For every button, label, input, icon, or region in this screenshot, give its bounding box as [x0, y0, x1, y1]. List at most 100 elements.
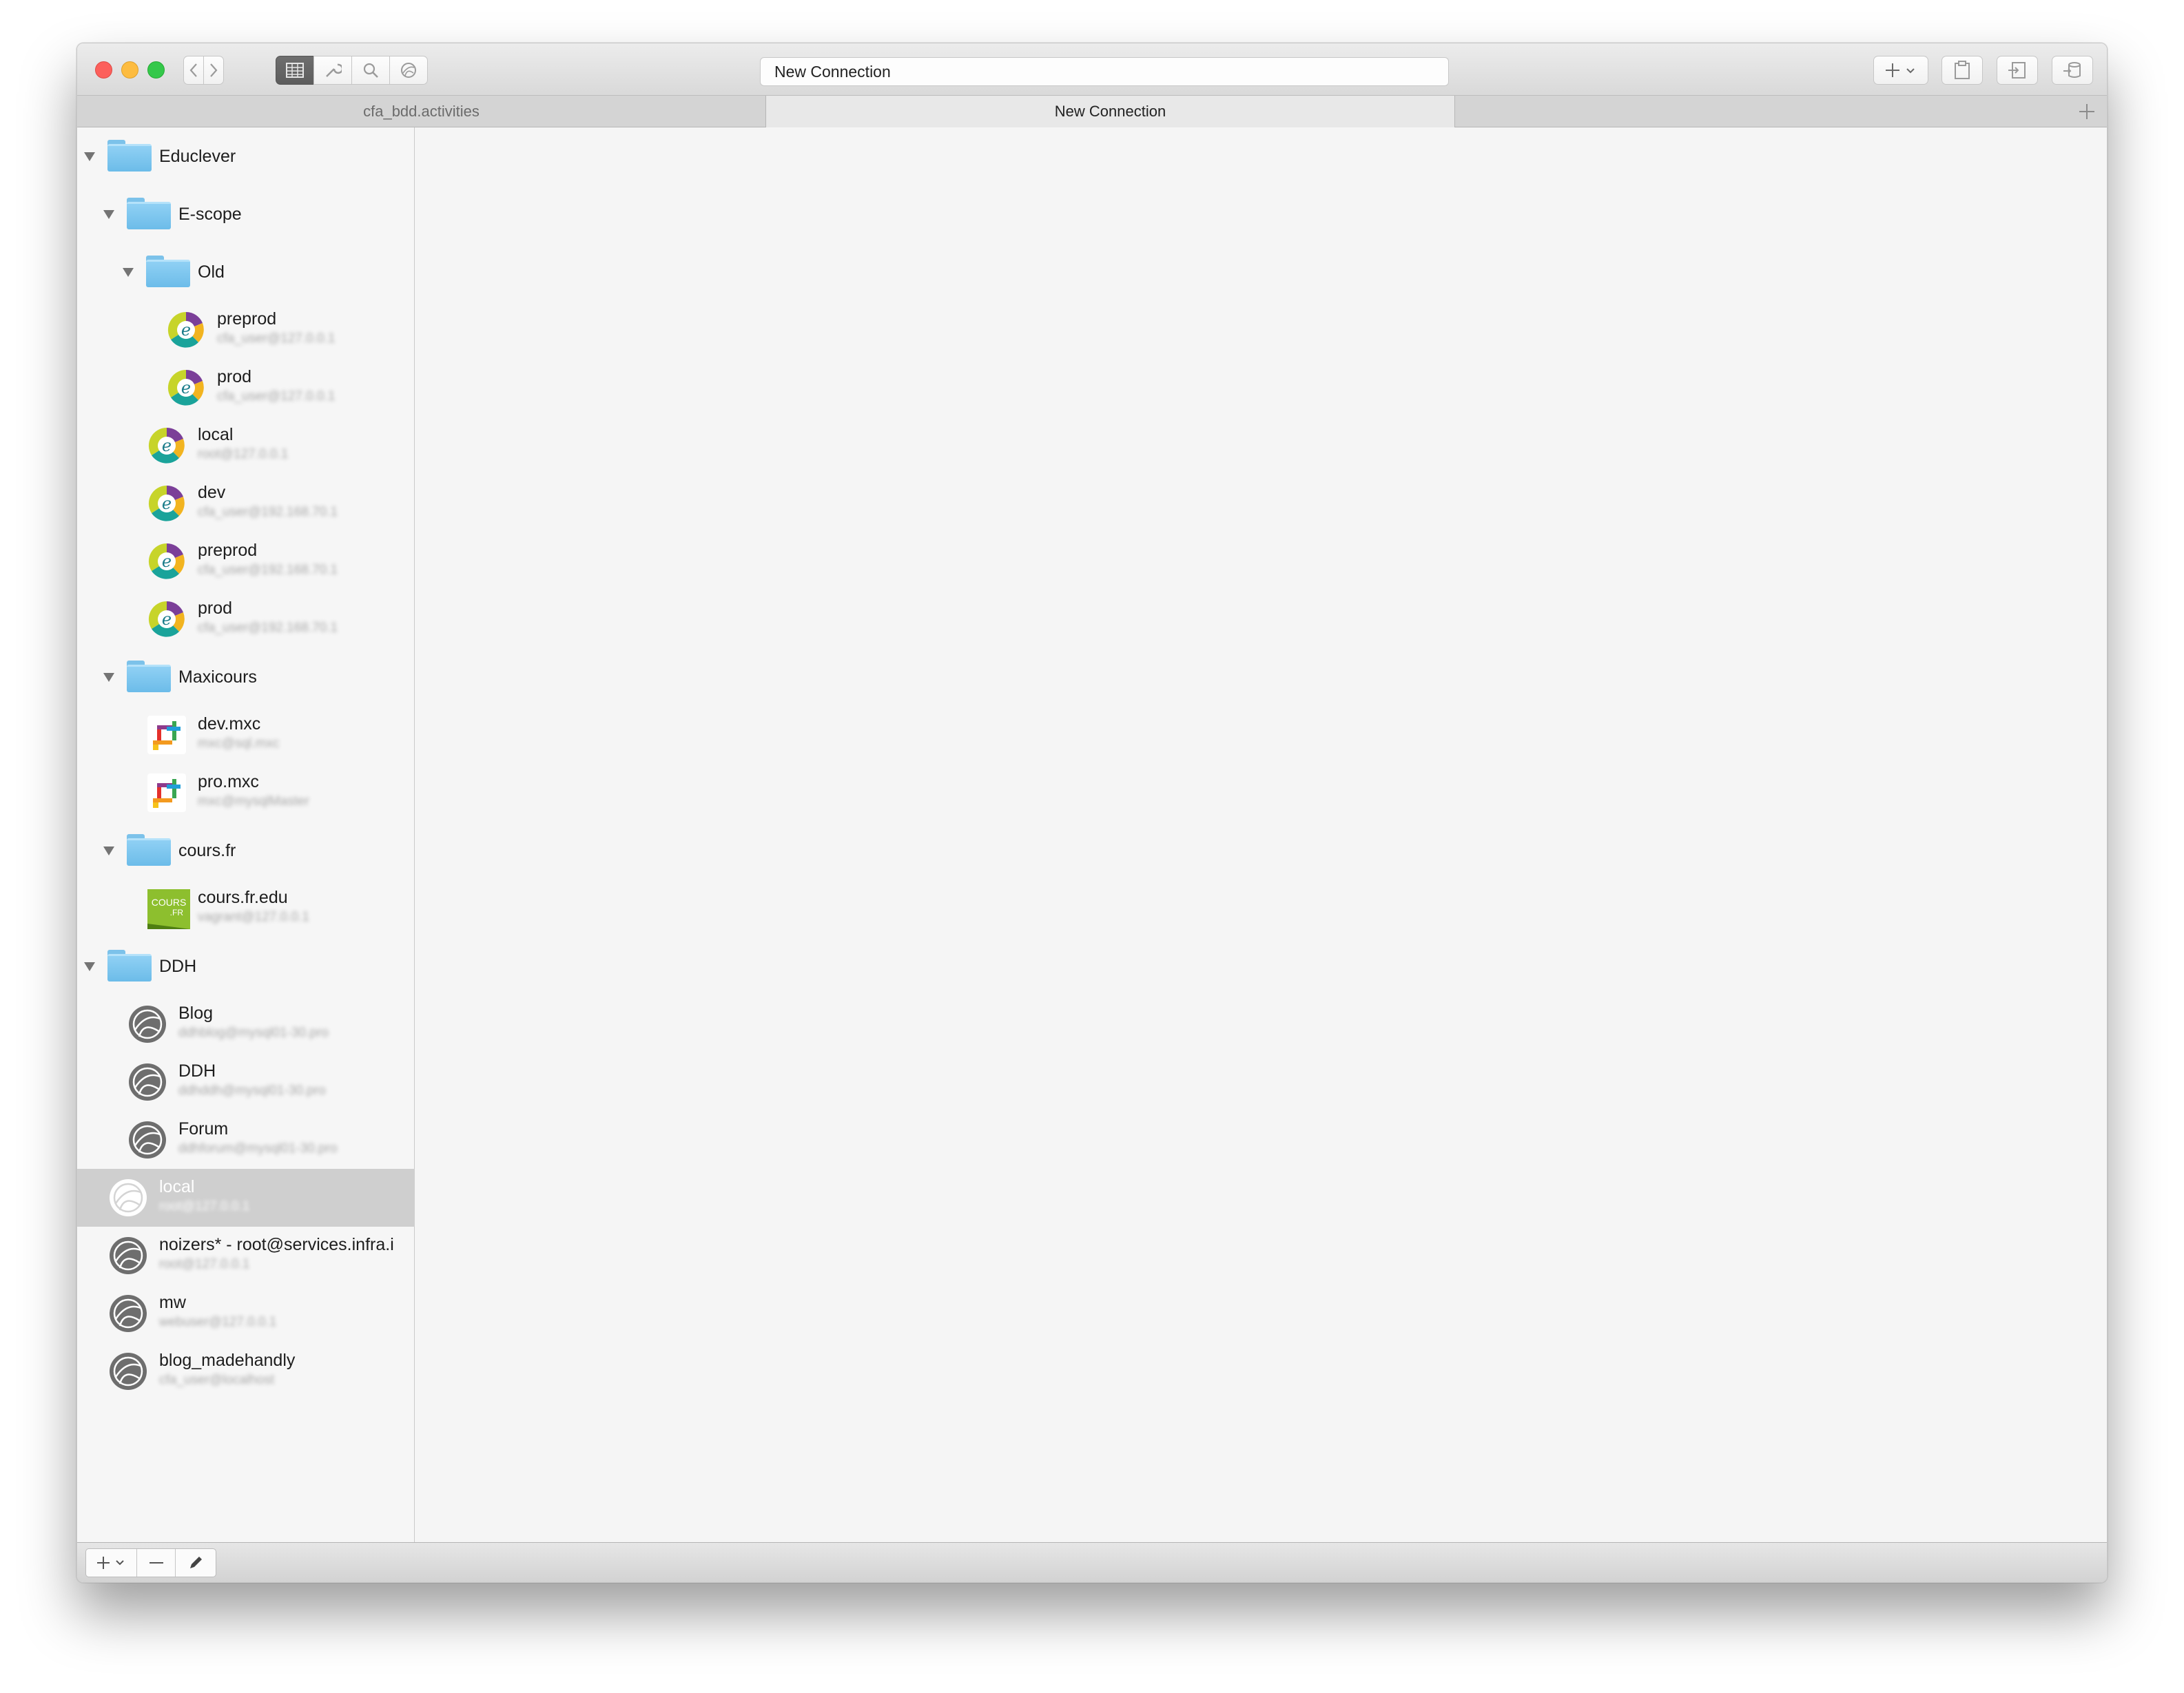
- remove-favorite-button[interactable]: [137, 1549, 176, 1577]
- database-arrow-icon: [2063, 62, 2081, 78]
- connection-name: Forum: [178, 1119, 229, 1139]
- network-button[interactable]: [389, 56, 428, 85]
- globe-icon: [129, 1121, 166, 1159]
- educlever-logo-icon: e: [167, 311, 204, 348]
- pencil-icon: [190, 1557, 202, 1568]
- connection-dev-mxc[interactable]: dev.mxc mxc@sql.mxc: [77, 706, 415, 764]
- query-button[interactable]: [2052, 56, 2093, 85]
- folder-label: Educlever: [159, 147, 236, 166]
- connection-blog[interactable]: Blog ddhblog@mysql01-30.pro: [77, 995, 415, 1053]
- connection-host: ddhddh@mysql01-30.pro: [178, 1083, 326, 1098]
- connection-name: prod: [198, 599, 233, 618]
- connection-prod-escope[interactable]: e prod cfa_user@192.168.70.1: [77, 590, 415, 648]
- back-button[interactable]: [183, 56, 204, 85]
- favorites-sidebar: Educlever E-scope Old e preprod cfa_user…: [77, 127, 415, 1542]
- folder-ddh[interactable]: DDH: [77, 937, 415, 995]
- connection-forum[interactable]: Forum ddhforum@mysql01-30.pro: [77, 1111, 415, 1169]
- search-icon: [363, 63, 378, 78]
- svg-text:COURS: COURS: [152, 897, 187, 908]
- connection-preprod-old[interactable]: e preprod cfa_user@127.0.0.1: [77, 301, 415, 359]
- svg-text:e: e: [162, 436, 172, 455]
- forward-button[interactable]: [203, 56, 224, 85]
- connection-details-pane: [415, 127, 2107, 1542]
- add-menu-button[interactable]: [1873, 56, 1928, 85]
- structure-view-button[interactable]: [276, 56, 314, 85]
- connection-title-field[interactable]: New Connection: [760, 57, 1449, 86]
- app-window: New Connection cfa_bdd.activities New Co…: [76, 43, 2108, 1583]
- connection-noizers[interactable]: noizers* - root@services.infra.i root@12…: [77, 1227, 415, 1285]
- globe-icon: [110, 1179, 147, 1216]
- disclosure-triangle-icon[interactable]: [103, 210, 114, 219]
- connection-host: mxc@sql.mxc: [198, 736, 280, 751]
- connection-blog-madehandly[interactable]: blog_madehandly cfa_user@localhost: [77, 1342, 415, 1400]
- connection-host: ddhforum@mysql01-30.pro: [178, 1141, 338, 1156]
- connection-host: cfa_user@192.168.70.1: [198, 505, 338, 519]
- connection-name: local: [198, 425, 234, 444]
- svg-text:e: e: [162, 610, 172, 629]
- connection-name: preprod: [198, 541, 258, 560]
- minimize-window-button[interactable]: [121, 61, 138, 79]
- connection-name: Blog: [178, 1004, 214, 1023]
- svg-text:e: e: [181, 320, 191, 340]
- connection-name: local: [159, 1177, 195, 1196]
- chevron-left-icon: [189, 63, 197, 77]
- zoom-window-button[interactable]: [147, 61, 165, 79]
- search-button[interactable]: [351, 56, 390, 85]
- edit-favorite-button[interactable]: [176, 1549, 216, 1577]
- folder-educlever[interactable]: Educlever: [77, 127, 415, 185]
- globe-icon: [110, 1237, 147, 1274]
- connection-cours-fr-edu[interactable]: COURS .FR cours.fr.edu vagrant@127.0.0.1: [77, 880, 415, 937]
- grid-icon: [286, 63, 304, 78]
- tools-button[interactable]: [313, 56, 352, 85]
- connection-name: blog_madehandly: [159, 1351, 296, 1370]
- disclosure-triangle-icon[interactable]: [103, 846, 114, 855]
- folder-maxicours[interactable]: Maxicours: [77, 648, 415, 706]
- export-icon: [2008, 62, 2026, 79]
- disclosure-triangle-icon[interactable]: [84, 152, 95, 161]
- sidebar-actions: [85, 1548, 216, 1577]
- connection-host: cfa_user@localhost: [159, 1373, 275, 1387]
- connection-host: cfa_user@127.0.0.1: [217, 331, 336, 346]
- add-favorite-button[interactable]: [86, 1549, 137, 1577]
- connection-name: dev.mxc: [198, 714, 261, 734]
- connection-prod-old[interactable]: e prod cfa_user@127.0.0.1: [77, 359, 415, 417]
- svg-text:.FR: .FR: [170, 908, 184, 917]
- svg-text:e: e: [162, 552, 172, 571]
- folder-icon: [127, 198, 171, 229]
- globe-icon: [401, 63, 416, 78]
- connection-dev-escope[interactable]: e dev cfa_user@192.168.70.1: [77, 475, 415, 532]
- tab-new-connection[interactable]: New Connection: [766, 96, 1455, 127]
- connection-host: cfa_user@127.0.0.1: [217, 389, 336, 404]
- wrench-icon: [326, 63, 342, 77]
- folder-old[interactable]: Old: [77, 243, 415, 301]
- coursfr-logo-art: COURS .FR: [147, 897, 190, 929]
- globe-icon: [129, 1006, 166, 1043]
- connection-name: cours.fr.edu: [198, 888, 288, 907]
- connection-preprod-escope[interactable]: e preprod cfa_user@192.168.70.1: [77, 532, 415, 590]
- disclosure-triangle-icon[interactable]: [123, 268, 134, 277]
- folder-icon: [146, 256, 190, 287]
- close-window-button[interactable]: [95, 61, 112, 79]
- connection-ddh[interactable]: DDH ddhddh@mysql01-30.pro: [77, 1053, 415, 1111]
- folder-label: cours.fr: [178, 841, 236, 860]
- connection-local-escope[interactable]: e local root@127.0.0.1: [77, 417, 415, 475]
- connection-pro-mxc[interactable]: pro.mxc mxc@mysqlMaster: [77, 764, 415, 822]
- disclosure-triangle-icon[interactable]: [84, 962, 95, 971]
- connection-mw[interactable]: mw webuser@127.0.0.1: [77, 1285, 415, 1342]
- folder-cours-fr[interactable]: cours.fr: [77, 822, 415, 880]
- new-tab-plus-icon[interactable]: [2077, 101, 2097, 122]
- educlever-logo-icon: e: [167, 369, 204, 406]
- tab-cfa-bdd-activities[interactable]: cfa_bdd.activities: [77, 96, 766, 127]
- export-button[interactable]: [1997, 56, 2038, 85]
- chevron-right-icon: [210, 63, 218, 77]
- disclosure-triangle-icon[interactable]: [103, 673, 114, 682]
- folder-label: DDH: [159, 957, 197, 976]
- svg-text:e: e: [162, 494, 172, 513]
- folder-e-scope[interactable]: E-scope: [77, 185, 415, 243]
- educlever-logo-icon: e: [148, 601, 185, 637]
- connection-name: mw: [159, 1293, 186, 1312]
- connection-host: vagrant@127.0.0.1: [198, 910, 309, 924]
- connection-local-selected[interactable]: local root@127.0.0.1: [77, 1169, 415, 1227]
- clipboard-icon: [1955, 61, 1970, 79]
- import-button[interactable]: [1941, 56, 1983, 85]
